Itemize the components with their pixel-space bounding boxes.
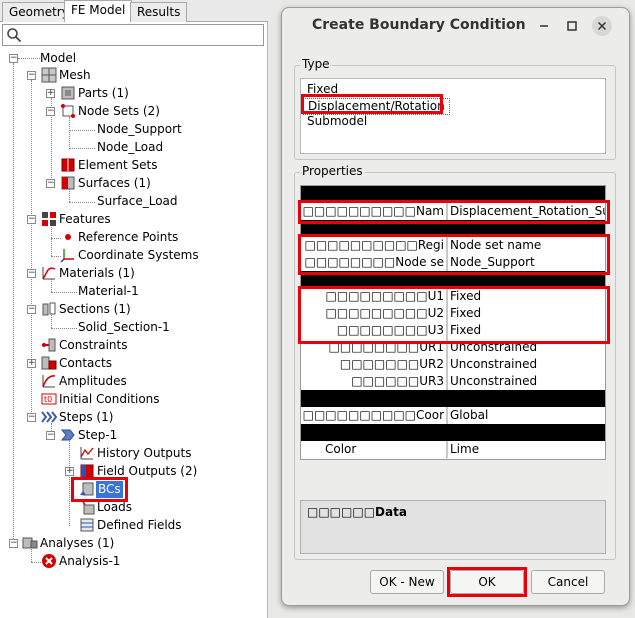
property-category-row [301, 390, 605, 407]
contacts-icon [41, 356, 57, 370]
property-row-u3[interactable]: □□□□□□□□U3 Fixed [301, 322, 605, 339]
tree-item-surface-load[interactable]: Surface_Load [97, 193, 178, 211]
property-description-text: □□□□□□Data [307, 505, 407, 519]
ok-button[interactable]: OK [450, 570, 524, 594]
history-outputs-icon [80, 447, 94, 460]
maximize-icon[interactable] [562, 16, 582, 36]
expand-parts-icon[interactable]: + [46, 89, 55, 98]
collapse-step-1-icon[interactable]: − [46, 431, 55, 440]
cancel-button[interactable]: Cancel [531, 570, 605, 594]
collapse-mesh-icon[interactable]: − [27, 71, 36, 80]
dialog-title: Create Boundary Condition [312, 17, 526, 33]
type-list: Fixed Displacement/Rotation Submodel [300, 78, 606, 154]
type-option-fixed[interactable]: Fixed [307, 82, 338, 97]
property-row-color[interactable]: Color Lime [301, 441, 605, 458]
type-option-submodel[interactable]: Submodel [307, 114, 367, 129]
type-group-label: Type [300, 57, 332, 71]
surfaces-icon [61, 176, 75, 190]
coordinate-system-icon [60, 249, 74, 263]
property-row-name[interactable]: □□□□□□□□□□Nam Displacement_Rotation_Sup [301, 203, 605, 220]
sections-icon [42, 302, 56, 316]
ok-new-button[interactable]: OK - New [370, 570, 444, 594]
property-category-row [301, 220, 605, 237]
properties-table: □□□□□□□□□□Nam Displacement_Rotation_Sup … [300, 185, 606, 460]
minimize-icon[interactable] [534, 16, 554, 36]
model-tree-panel: Geometry FE Model Results − Model − Mesh… [0, 0, 268, 618]
collapse-features-icon[interactable]: − [27, 215, 36, 224]
dialog-titlebar[interactable]: Create Boundary Condition [282, 8, 629, 44]
collapse-model-icon[interactable]: − [9, 54, 18, 63]
property-row-ur2[interactable]: □□□□□□□UR2 Unconstrained [301, 356, 605, 373]
expand-contacts-icon[interactable]: + [27, 359, 36, 368]
properties-group-label: Properties [300, 164, 365, 178]
bcs-icon [80, 482, 94, 496]
property-row-ur3[interactable]: □□□□□□UR3 Unconstrained [301, 373, 605, 390]
svg-text:t0: t0 [44, 395, 52, 404]
expand-field-outputs-icon[interactable]: + [65, 467, 74, 476]
defined-fields-icon [80, 518, 94, 532]
error-icon [42, 554, 56, 568]
property-category-row [301, 424, 605, 441]
tree-item-node-support[interactable]: Node_Support [97, 121, 182, 139]
tab-results[interactable]: Results [130, 2, 188, 22]
property-category-row [301, 271, 605, 288]
features-icon [42, 212, 56, 226]
property-row-region[interactable]: □□□□□□□□□□Regi Node set name [301, 237, 605, 254]
materials-icon [42, 267, 56, 280]
field-outputs-icon [80, 464, 94, 478]
tree-item-model[interactable]: Model [40, 50, 76, 68]
loads-icon [81, 499, 95, 515]
mesh-icon [41, 67, 57, 83]
tree-search-input[interactable] [2, 24, 264, 46]
analyses-icon [22, 537, 38, 549]
collapse-surfaces-icon[interactable]: − [46, 179, 55, 188]
parts-icon [61, 86, 75, 100]
steps-icon [41, 411, 57, 423]
property-description-panel: □□□□□□Data [300, 500, 606, 554]
reference-point-icon [65, 234, 71, 240]
step-icon [60, 429, 75, 441]
close-icon[interactable] [592, 16, 612, 36]
element-sets-icon [61, 158, 75, 172]
collapse-sections-icon[interactable]: − [27, 305, 36, 314]
collapse-steps-icon[interactable]: − [27, 413, 36, 422]
collapse-materials-icon[interactable]: − [27, 269, 36, 278]
tab-fe-model[interactable]: FE Model [64, 0, 133, 22]
create-boundary-condition-dialog: Create Boundary Condition Type Fixed Dis… [281, 7, 630, 606]
tree-item-node-load[interactable]: Node_Load [97, 139, 163, 157]
collapse-node-sets-icon[interactable]: − [46, 107, 55, 116]
amplitudes-icon [42, 375, 56, 388]
node-sets-icon [61, 104, 75, 118]
tab-bar: Geometry FE Model Results [0, 0, 268, 22]
initial-conditions-icon: t0 [41, 393, 57, 405]
property-row-u2[interactable]: □□□□□□□□□U2 Fixed [301, 305, 605, 322]
property-row-ur1[interactable]: □□□□□□□□UR1 Unconstrained [301, 339, 605, 356]
tree-item-material-1[interactable]: Material-1 [78, 283, 139, 301]
constraints-icon [42, 338, 56, 352]
tree-item-solid-section-1[interactable]: Solid_Section-1 [78, 319, 170, 337]
type-option-displacement-rotation[interactable]: Displacement/Rotation [303, 98, 450, 115]
property-row-coordinate-system[interactable]: □□□□□□□□□□Coor Global [301, 407, 605, 424]
property-row-u1[interactable]: □□□□□□□□□U1 Fixed [301, 288, 605, 305]
search-icon [7, 28, 22, 43]
property-row-node-set[interactable]: □□□□□□□□Node se Node_Support [301, 254, 605, 271]
property-category-row [301, 186, 605, 203]
collapse-analyses-icon[interactable]: − [9, 539, 18, 548]
